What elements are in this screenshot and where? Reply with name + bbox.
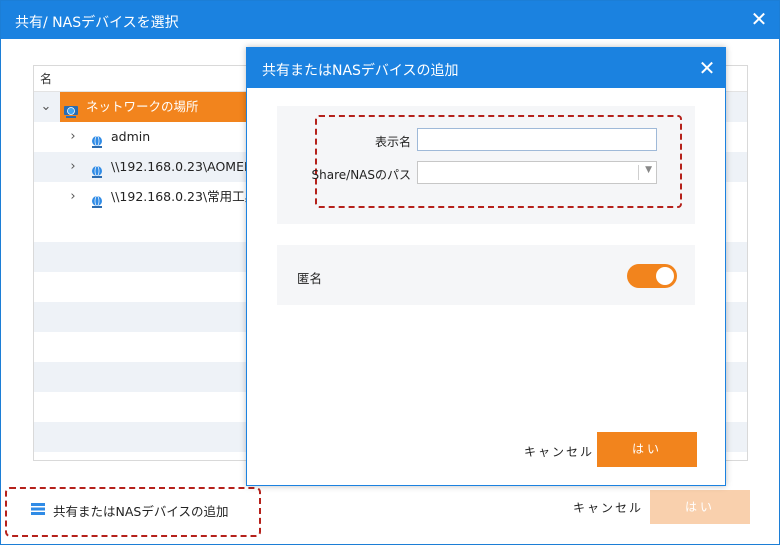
chevron-right-icon[interactable]: ›	[66, 182, 80, 212]
dropdown-arrow-icon[interactable]: ▼	[645, 165, 652, 175]
dialog-ok-button[interactable]: はい	[597, 432, 697, 467]
anonymous-card: 匿名	[277, 245, 695, 305]
computer-globe-icon	[90, 130, 105, 148]
cancel-button[interactable]: キャンセル	[573, 499, 643, 516]
add-share-nas-dialog: 共有またはNASデバイスの追加 ✕ 表示名 Share/NASのパス ▼ 匿名 …	[246, 47, 726, 486]
add-share-nas-button[interactable]: 共有またはNASデバイスの追加	[5, 487, 261, 537]
dialog-cancel-button[interactable]: キャンセル	[524, 443, 594, 460]
ok-button-disabled[interactable]: はい	[650, 490, 750, 524]
display-name-input[interactable]	[417, 128, 657, 151]
share-path-combobox[interactable]: ▼	[417, 161, 657, 184]
share-path-label: Share/NASのパス	[311, 168, 411, 182]
window-titlebar: 共有/ NASデバイスを選択 ✕	[1, 1, 779, 39]
tree-label: admin	[111, 129, 151, 144]
anonymous-toggle[interactable]	[627, 264, 677, 288]
network-globe-icon	[64, 100, 79, 118]
anonymous-label: 匿名	[297, 271, 323, 286]
path-form-card: 表示名 Share/NASのパス ▼	[277, 106, 695, 224]
tree-label: ネットワークの場所	[86, 99, 199, 114]
display-name-label: 表示名	[374, 135, 411, 149]
tree-label: \\192.168.0.23\AOMEI S	[111, 159, 260, 174]
add-share-nas-label: 共有またはNASデバイスの追加	[53, 504, 229, 519]
window-close-icon[interactable]: ✕	[749, 9, 769, 29]
dialog-title: 共有またはNASデバイスの追加	[262, 63, 459, 79]
computer-globe-icon	[90, 160, 105, 178]
chevron-down-icon[interactable]: ⌄	[39, 92, 53, 122]
chevron-right-icon[interactable]: ›	[66, 122, 80, 152]
tree-label: \\192.168.0.23\常用工具	[111, 189, 258, 204]
chevron-right-icon[interactable]: ›	[66, 152, 80, 182]
dialog-titlebar: 共有またはNASデバイスの追加 ✕	[247, 48, 725, 88]
toggle-knob	[656, 267, 674, 285]
combobox-separator	[638, 165, 639, 180]
computer-globe-icon	[90, 190, 105, 208]
server-stack-icon	[31, 502, 45, 516]
window-title: 共有/ NASデバイスを選択	[15, 15, 179, 31]
dialog-close-icon[interactable]: ✕	[697, 58, 717, 78]
